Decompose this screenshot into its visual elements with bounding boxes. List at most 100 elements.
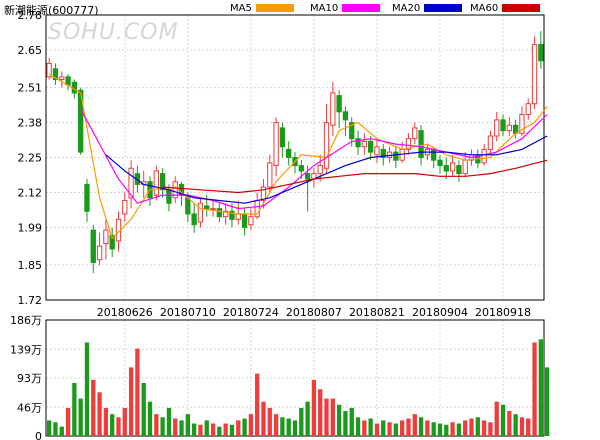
- volume-bar-down: [72, 382, 77, 436]
- candle-down: [443, 165, 449, 172]
- price-tick-label: 2.12: [18, 186, 43, 199]
- volume-bar-up: [494, 401, 499, 436]
- volume-bar-down: [545, 367, 550, 436]
- candle-down: [538, 44, 544, 62]
- candle-down: [456, 165, 462, 175]
- volume-bar-up: [154, 414, 159, 436]
- volume-bar-down: [418, 417, 424, 436]
- volume-bar-down: [147, 401, 153, 436]
- volume-bar-up: [122, 407, 127, 436]
- date-tick-label: 20180821: [349, 306, 405, 319]
- candle-down: [298, 165, 304, 172]
- volume-bar-up: [223, 423, 228, 436]
- candle-down: [204, 205, 210, 210]
- price-tick-label: 2.65: [18, 44, 43, 57]
- volume-bar-up: [65, 407, 71, 436]
- price-tick-label: 2.38: [18, 117, 43, 130]
- volume-bar-down: [141, 382, 146, 436]
- candle-down: [336, 95, 342, 113]
- volume-bar-up: [481, 420, 487, 436]
- candle-down: [418, 130, 424, 158]
- volume-bar-up: [526, 418, 531, 436]
- candle-down: [71, 81, 78, 94]
- price-tick-label: 2.78: [18, 9, 43, 22]
- volume-bar-down: [475, 417, 480, 436]
- volume-bar-down: [355, 417, 361, 436]
- volume-bar-up: [116, 417, 121, 436]
- volume-bar-up: [273, 414, 279, 436]
- ma-line-ma60: [162, 159, 548, 194]
- volume-bar-down: [78, 398, 83, 436]
- volume-bar-up: [135, 348, 140, 436]
- volume-tick-label: 139万: [10, 343, 42, 356]
- candle-up: [462, 159, 468, 175]
- volume-bar-up: [311, 379, 317, 436]
- candle-up: [361, 140, 367, 148]
- volume-bar-up: [324, 398, 329, 436]
- volume-bar-down: [160, 417, 165, 436]
- candle-down: [342, 111, 349, 121]
- volume-bar-down: [84, 342, 90, 436]
- volume-bar-down: [185, 414, 190, 436]
- volume-bar-up: [463, 420, 468, 436]
- candle-down: [279, 127, 286, 148]
- candle-up: [153, 170, 159, 196]
- volume-bar-down: [59, 426, 64, 436]
- volume-bar-up: [91, 379, 96, 436]
- date-tick-label: 20180918: [475, 306, 531, 319]
- volume-bar-up: [255, 373, 260, 436]
- candle-up: [96, 245, 103, 261]
- candle-up: [210, 208, 216, 211]
- stock-chart: 2.78 2.65 2.51 2.38 2.25 2.12 1.99 1.85 1.72 2018…: [10, 9, 550, 440]
- candle-up: [374, 146, 380, 156]
- volume-bar-down: [229, 424, 235, 436]
- volume-bar-up: [450, 422, 455, 436]
- candle-down: [166, 189, 172, 204]
- volume-bar-down: [437, 423, 443, 436]
- volume-bar-up: [406, 418, 411, 436]
- candle-up: [494, 119, 500, 137]
- volume-bar-down: [336, 404, 342, 436]
- candle-up: [59, 76, 65, 81]
- volume-bar-up: [318, 389, 323, 436]
- volume-bar-down: [47, 420, 52, 436]
- candle-down: [90, 229, 96, 263]
- volume-bar-up: [236, 420, 241, 436]
- candle-up: [317, 165, 323, 175]
- candle-up: [267, 162, 273, 188]
- date-tick-label: 20180724: [223, 306, 279, 319]
- volume-bar-up: [330, 398, 335, 436]
- volume-bar-up: [248, 414, 254, 436]
- volume-bar-up: [267, 407, 272, 436]
- volume-bar-down: [513, 414, 518, 436]
- candle-down: [286, 148, 292, 158]
- candle-up: [481, 148, 487, 164]
- volume-bar-down: [191, 423, 197, 436]
- volume-bar-up: [198, 424, 203, 436]
- candle-up: [248, 216, 254, 226]
- volume-bar-down: [53, 422, 58, 436]
- candle-up: [323, 122, 330, 169]
- candle-up: [487, 135, 494, 150]
- volume-bar-down: [280, 417, 285, 436]
- volume-bar-down: [368, 418, 373, 436]
- date-tick-label: 20180626: [97, 306, 153, 319]
- volume-tick-label: 0: [35, 430, 42, 440]
- candle-up: [449, 162, 456, 172]
- volume-bar-down: [538, 339, 543, 436]
- volume-bar-up: [507, 411, 512, 436]
- volume-bar-down: [431, 422, 436, 436]
- volume-bar-up: [374, 423, 380, 436]
- candle-up: [330, 92, 336, 126]
- candle-down: [500, 119, 506, 132]
- candle-down: [304, 173, 311, 180]
- candle-down: [393, 151, 399, 161]
- date-tick-label: 20180807: [286, 306, 342, 319]
- volume-bar-down: [217, 426, 222, 436]
- volume-bar-down: [204, 420, 209, 436]
- volume-bar-up: [103, 407, 109, 436]
- volume-bar-up: [532, 342, 537, 436]
- candle-down: [191, 213, 197, 226]
- volume-bar-down: [444, 424, 449, 436]
- price-tick-label: 2.51: [18, 82, 43, 95]
